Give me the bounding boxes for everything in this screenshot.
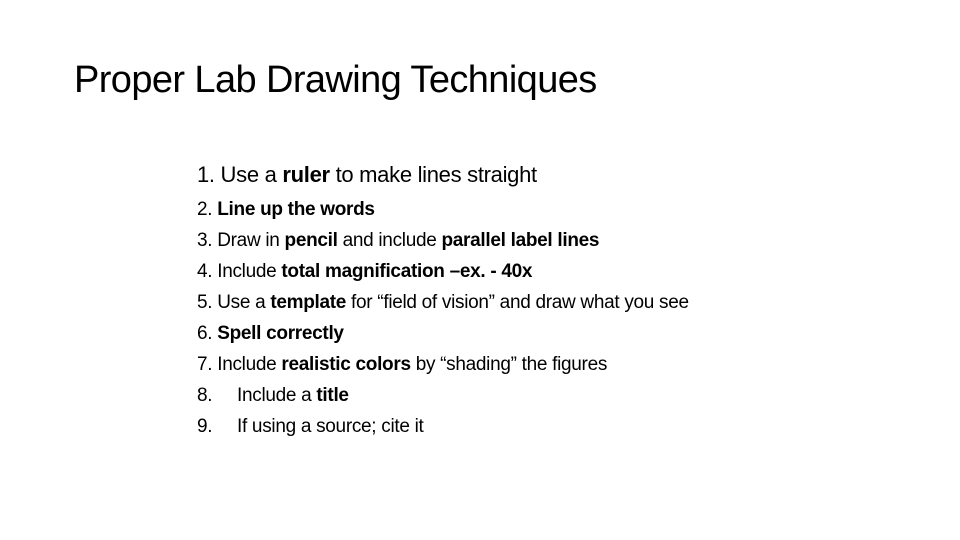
item-text: Draw in (212, 230, 285, 251)
item-text: If using a source; cite it (237, 416, 424, 437)
item-emphasis: realistic colors (281, 354, 411, 375)
item-text: by “shading” the figures (410, 354, 608, 375)
item-number: 1. (197, 162, 215, 187)
list-item-1: 1. Use a ruler to make lines straight (197, 158, 689, 192)
item-number: 5. (197, 292, 213, 313)
item-text: Include (212, 354, 282, 375)
list-item-4: 4. Include total magnification –ex. - 40… (197, 256, 689, 287)
item-text: and include (337, 230, 442, 251)
item-emphasis: total magnification –ex. - 40x (281, 261, 533, 282)
list-item-5: 5. Use a template for “field of vision” … (197, 287, 689, 318)
item-emphasis: ruler (282, 162, 330, 187)
item-emphasis: pencil (284, 230, 338, 251)
item-emphasis: template (270, 292, 347, 313)
item-text: Include a (237, 385, 317, 406)
list-item-7: 7. Include realistic colors by “shading”… (197, 349, 689, 380)
list-item-2: 2. Line up the words (197, 194, 689, 225)
list-item-9: 9. If using a source; cite it (197, 411, 689, 442)
item-text: for “field of vision” and draw what you … (346, 292, 689, 313)
item-text: to make lines straight (329, 162, 538, 187)
item-emphasis: title (316, 385, 349, 406)
item-number: 3. (197, 230, 213, 251)
item-number: 9. (197, 416, 213, 437)
item-emphasis: parallel label lines (441, 230, 600, 251)
item-emphasis: Line up the words (217, 199, 375, 220)
item-number: 2. (197, 199, 213, 220)
item-text: Use a (214, 162, 283, 187)
technique-list: 1. Use a ruler to make lines straight 2.… (197, 158, 689, 442)
item-number: 4. (197, 261, 213, 282)
list-item-3: 3. Draw in pencil and include parallel l… (197, 225, 689, 256)
list-item-8: 8. Include a title (197, 380, 689, 411)
slide-title: Proper Lab Drawing Techniques (74, 59, 597, 101)
list-item-6: 6. Spell correctly (197, 318, 689, 349)
item-text: Include (212, 261, 282, 282)
item-number: 8. (197, 385, 213, 406)
item-number: 7. (197, 354, 213, 375)
item-text: Use a (212, 292, 271, 313)
item-number: 6. (197, 323, 213, 344)
item-emphasis: Spell correctly (217, 323, 344, 344)
